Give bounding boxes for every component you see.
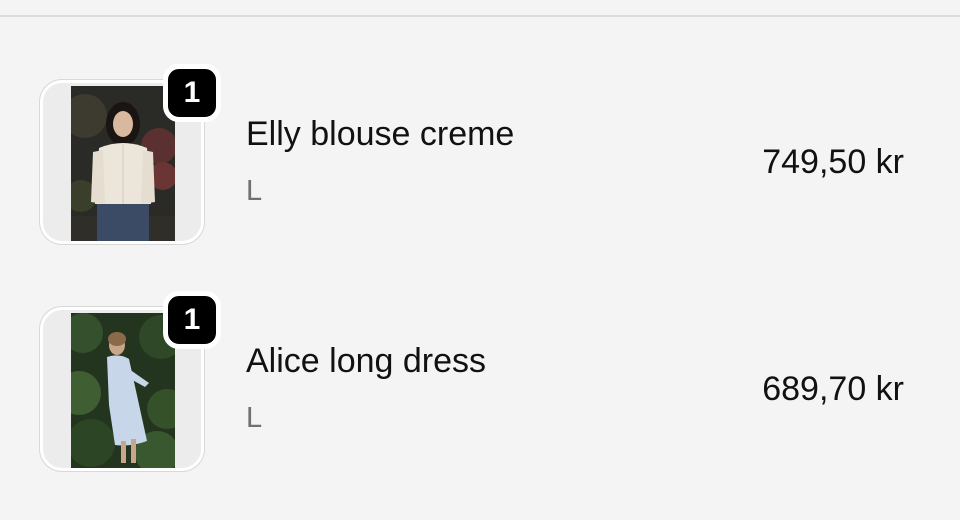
product-variant: L (246, 402, 263, 434)
product-image (71, 313, 175, 468)
product-image (71, 86, 175, 241)
cart-line-item: 1 Elly blouse creme L 749,50 kr (0, 64, 960, 248)
product-price: 749,50 kr (762, 143, 904, 181)
product-title[interactable]: Elly blouse creme (246, 114, 514, 154)
product-price: 689,70 kr (762, 370, 904, 408)
product-variant: L (246, 175, 263, 207)
quantity-badge: 1 (163, 64, 221, 122)
cart-line-item: 1 Alice long dress L 689,70 kr (0, 291, 960, 475)
quantity-badge: 1 (163, 291, 221, 349)
product-title[interactable]: Alice long dress (246, 341, 486, 381)
top-divider (0, 15, 960, 17)
